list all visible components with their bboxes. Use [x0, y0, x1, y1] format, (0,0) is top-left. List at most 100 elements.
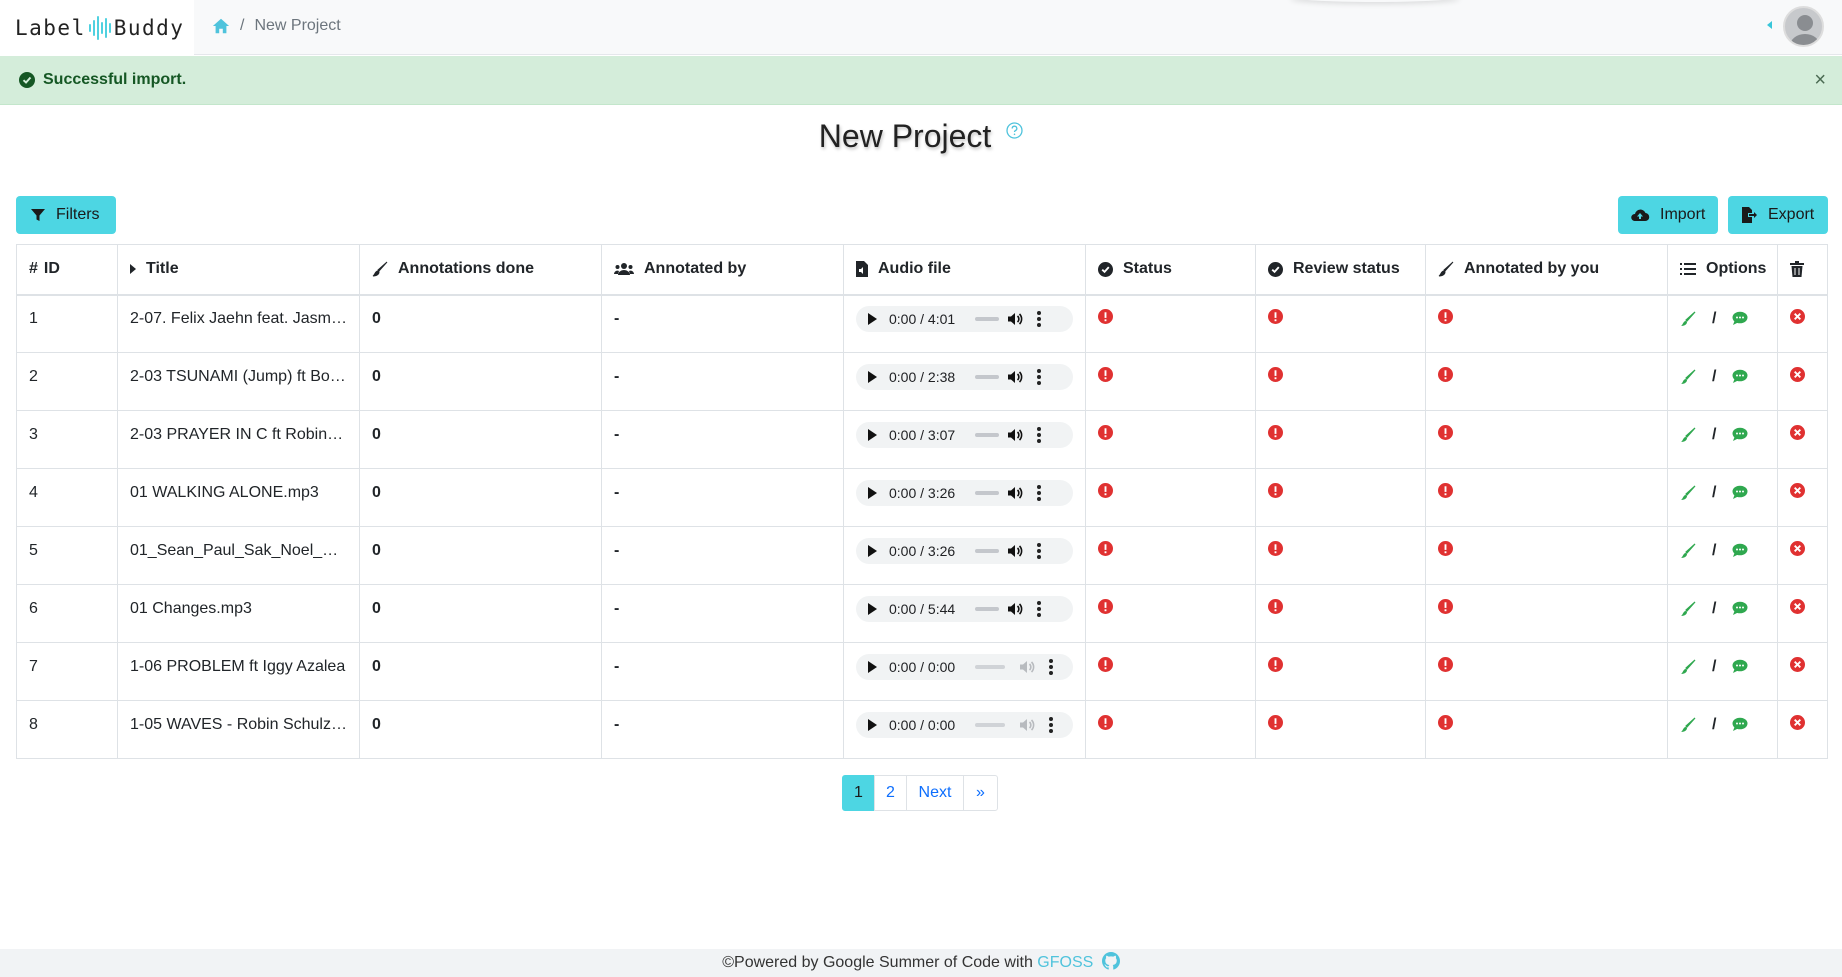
gfoss-link[interactable]: GFOSS: [1037, 954, 1093, 971]
brand-logo[interactable]: Label Buddy: [0, 0, 194, 55]
comment-icon[interactable]: [1732, 659, 1748, 674]
col-header-annotated-by[interactable]: Annotated by: [601, 244, 844, 296]
col-header-options[interactable]: Options: [1667, 244, 1778, 296]
github-icon[interactable]: [1101, 952, 1120, 970]
more-vertical-icon[interactable]: [1037, 484, 1041, 501]
table-row: 7 1-06 PROBLEM ft Iggy Azalea 0 - 0:00 /…: [16, 642, 1828, 701]
play-icon[interactable]: [868, 486, 877, 499]
delete-x-icon[interactable]: [1790, 308, 1805, 324]
volume-icon[interactable]: [1007, 311, 1023, 327]
import-button[interactable]: Import: [1618, 196, 1718, 234]
more-vertical-icon[interactable]: [1037, 426, 1041, 443]
annotate-brush-icon[interactable]: [1680, 485, 1696, 501]
volume-icon[interactable]: [1019, 717, 1035, 733]
play-icon[interactable]: [868, 428, 877, 441]
comment-icon[interactable]: [1732, 717, 1748, 732]
delete-x-icon[interactable]: [1790, 540, 1805, 556]
table-header-row: # ID Title Annotations done Annotated by …: [16, 244, 1828, 296]
page-2-link[interactable]: 2: [874, 775, 907, 811]
col-header-annotations-done[interactable]: Annotations done: [359, 244, 602, 296]
annotate-brush-icon[interactable]: [1680, 543, 1696, 559]
caret-left-icon[interactable]: [1767, 21, 1772, 29]
play-icon[interactable]: [868, 602, 877, 615]
volume-icon[interactable]: [1019, 659, 1035, 675]
comment-icon[interactable]: [1732, 369, 1748, 384]
table-row: 2 2-03 TSUNAMI (Jump) ft Bonnie 0 - 0:00…: [16, 352, 1828, 411]
audio-player[interactable]: 0:00 / 0:00: [856, 653, 1073, 680]
more-vertical-icon[interactable]: [1037, 368, 1041, 385]
cell-review-status: [1255, 526, 1426, 585]
more-vertical-icon[interactable]: [1037, 600, 1041, 617]
cell-audio-file: 0:00 / 0:00: [843, 700, 1086, 759]
more-vertical-icon[interactable]: [1049, 716, 1053, 733]
audio-scrubber[interactable]: [975, 374, 999, 379]
users-icon: [614, 263, 634, 276]
annotate-brush-icon[interactable]: [1680, 601, 1696, 617]
play-icon[interactable]: [868, 660, 877, 673]
page-1-link[interactable]: 1: [842, 775, 875, 811]
col-header-review-status-label: Review status: [1293, 260, 1400, 278]
col-header-review-status[interactable]: Review status: [1255, 244, 1426, 296]
volume-icon[interactable]: [1007, 369, 1023, 385]
play-icon[interactable]: [868, 312, 877, 325]
more-vertical-icon[interactable]: [1049, 658, 1053, 675]
col-header-annotated-by-you[interactable]: Annotated by you: [1425, 244, 1668, 296]
col-header-status[interactable]: Status: [1085, 244, 1256, 296]
last-page-link[interactable]: »: [963, 775, 998, 811]
delete-x-icon[interactable]: [1790, 482, 1805, 498]
delete-x-icon[interactable]: [1790, 714, 1805, 730]
user-avatar[interactable]: [1783, 6, 1824, 47]
play-icon[interactable]: [868, 718, 877, 731]
col-header-delete[interactable]: [1777, 244, 1828, 296]
comment-icon[interactable]: [1732, 427, 1748, 442]
audio-player[interactable]: 0:00 / 5:44: [856, 595, 1073, 622]
footer-text: ©Powered by Google Summer of Code with: [722, 954, 1038, 971]
play-icon[interactable]: [868, 544, 877, 557]
audio-player[interactable]: 0:00 / 2:38: [856, 363, 1073, 390]
audio-player[interactable]: 0:00 / 3:26: [856, 537, 1073, 564]
volume-icon[interactable]: [1007, 543, 1023, 559]
audio-player[interactable]: 0:00 / 3:26: [856, 479, 1073, 506]
more-vertical-icon[interactable]: [1037, 310, 1041, 327]
delete-x-icon[interactable]: [1790, 656, 1805, 672]
filters-button[interactable]: Filters: [16, 196, 116, 234]
audio-scrubber[interactable]: [975, 548, 999, 553]
audio-scrubber[interactable]: [975, 490, 999, 495]
comment-icon[interactable]: [1732, 311, 1748, 326]
audio-scrubber[interactable]: [975, 664, 1005, 669]
audio-player[interactable]: 0:00 / 0:00: [856, 711, 1073, 738]
audio-scrubber[interactable]: [975, 722, 1005, 727]
volume-icon[interactable]: [1007, 427, 1023, 443]
delete-x-icon[interactable]: [1790, 598, 1805, 614]
annotate-brush-icon[interactable]: [1680, 717, 1696, 733]
more-vertical-icon[interactable]: [1037, 542, 1041, 559]
annotate-brush-icon[interactable]: [1680, 427, 1696, 443]
question-circle-icon[interactable]: [1006, 122, 1023, 139]
export-button[interactable]: Export: [1728, 196, 1828, 234]
volume-icon[interactable]: [1007, 485, 1023, 501]
audio-scrubber[interactable]: [975, 432, 999, 437]
cell-annotations-done: 0: [359, 294, 602, 353]
volume-icon[interactable]: [1007, 601, 1023, 617]
audio-player[interactable]: 0:00 / 3:07: [856, 421, 1073, 448]
audio-scrubber[interactable]: [975, 316, 999, 321]
home-icon[interactable]: [212, 17, 230, 35]
audio-scrubber[interactable]: [975, 606, 999, 611]
delete-x-icon[interactable]: [1790, 366, 1805, 382]
play-icon[interactable]: [868, 370, 877, 383]
col-header-title[interactable]: Title: [117, 244, 360, 296]
delete-x-icon[interactable]: [1790, 424, 1805, 440]
col-header-audio-file[interactable]: Audio file: [843, 244, 1086, 296]
annotate-brush-icon[interactable]: [1680, 311, 1696, 327]
audio-time: 0:00 / 3:26: [889, 542, 956, 559]
next-page-link[interactable]: Next: [906, 775, 964, 811]
comment-icon[interactable]: [1732, 485, 1748, 500]
annotate-brush-icon[interactable]: [1680, 369, 1696, 385]
annotate-brush-icon[interactable]: [1680, 659, 1696, 675]
audio-player[interactable]: 0:00 / 4:01: [856, 305, 1073, 332]
alert-close-button[interactable]: ×: [1814, 70, 1826, 90]
comment-icon[interactable]: [1732, 543, 1748, 558]
comment-icon[interactable]: [1732, 601, 1748, 616]
col-header-id[interactable]: # ID: [16, 244, 118, 296]
cell-delete: [1777, 584, 1828, 643]
